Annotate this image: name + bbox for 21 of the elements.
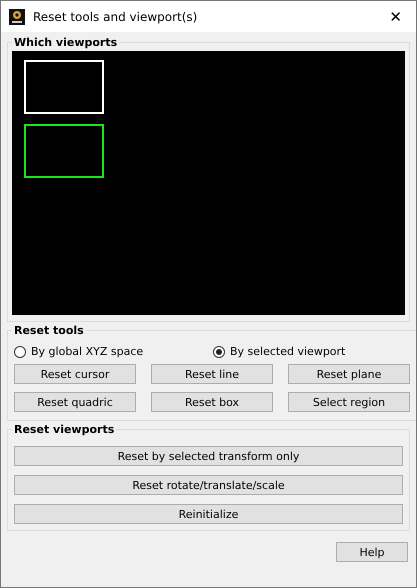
tool-reset-button[interactable]: Reset cursor bbox=[14, 364, 136, 384]
tool-reset-button[interactable]: Reset line bbox=[151, 364, 273, 384]
tool-reset-button[interactable]: Reset quadric bbox=[14, 392, 136, 412]
radio-label[interactable]: By global XYZ space bbox=[31, 345, 144, 358]
help-button[interactable]: Help bbox=[336, 542, 408, 562]
radio-label[interactable]: By selected viewport bbox=[230, 345, 346, 358]
radio-button[interactable] bbox=[213, 346, 225, 358]
viewport-reset-button[interactable]: Reinitialize bbox=[14, 504, 403, 524]
group-title: Which viewports bbox=[13, 36, 118, 49]
group-title: Reset tools bbox=[13, 324, 85, 337]
viewport-thumbnail[interactable] bbox=[24, 124, 104, 178]
window-title: Reset tools and viewport(s) bbox=[33, 10, 198, 24]
tool-reset-button[interactable]: Reset plane bbox=[288, 364, 410, 384]
viewport-reset-button[interactable]: Reset rotate/translate/scale bbox=[14, 475, 403, 495]
radio-button[interactable] bbox=[14, 346, 26, 358]
tool-reset-button[interactable]: Reset box bbox=[151, 392, 273, 412]
group-title: Reset viewports bbox=[13, 423, 116, 436]
viewport-reset-button[interactable]: Reset by selected transform only bbox=[14, 446, 403, 466]
close-icon[interactable]: ✕ bbox=[383, 8, 408, 26]
app-icon bbox=[9, 8, 25, 24]
tool-reset-button[interactable]: Select region bbox=[288, 392, 410, 412]
